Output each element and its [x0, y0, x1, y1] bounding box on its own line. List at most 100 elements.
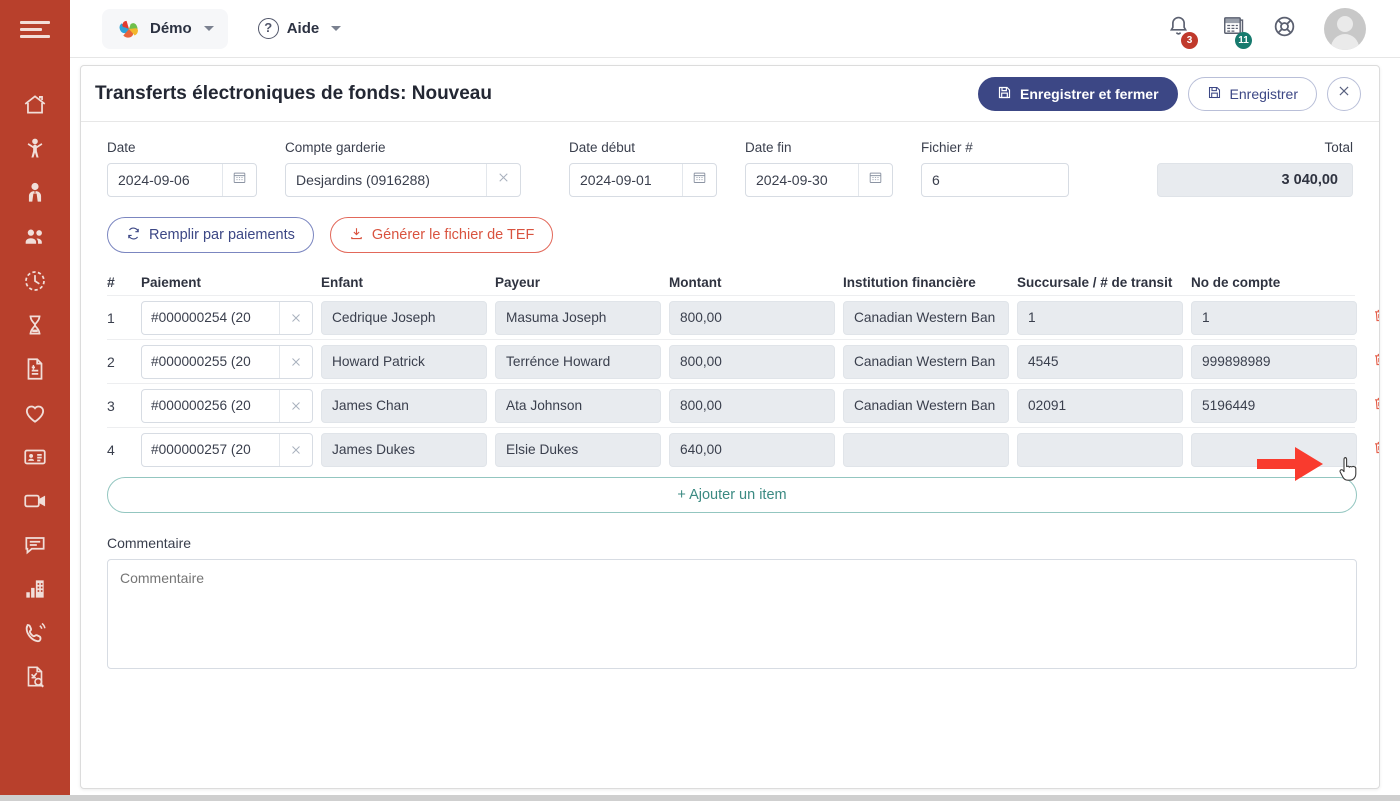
column-header-payment: Paiement [141, 274, 202, 290]
page-title: Transferts électroniques de fonds: Nouve… [95, 82, 492, 104]
table-row: 1 #000000254 (20 Cedrique Joseph Masuma … [107, 295, 1379, 339]
close-x-icon [1337, 84, 1351, 103]
institution-value: Canadian Western Ban [843, 344, 1009, 379]
file-number-label: Fichier # [921, 140, 973, 155]
menu-toggle-button[interactable] [0, 0, 70, 58]
save-and-close-label: Enregistrer et fermer [1020, 85, 1159, 102]
fill-by-payments-button[interactable]: Remplir par paiements [107, 217, 314, 253]
download-icon [349, 226, 364, 245]
delete-row-button[interactable] [1372, 439, 1379, 461]
institution-value: Canadian Western Ban [843, 300, 1009, 335]
refresh-icon [126, 226, 141, 245]
sidebar-item-billing[interactable] [0, 347, 70, 391]
sidebar-item-groups[interactable] [0, 215, 70, 259]
close-x-icon [497, 171, 510, 189]
clock-icon [22, 268, 48, 294]
card-header: Transferts électroniques de fonds: Nouve… [81, 66, 1379, 122]
field-file-number: Fichier # [921, 140, 1069, 197]
file-number-input[interactable] [922, 164, 1068, 196]
help-menu-button[interactable]: ? Aide [250, 9, 350, 49]
sidebar-item-messages[interactable] [0, 523, 70, 567]
payment-clear-button[interactable] [279, 389, 312, 422]
branch-value [1017, 432, 1183, 467]
payment-clear-button[interactable] [279, 345, 312, 378]
sidebar-item-audit[interactable] [0, 655, 70, 699]
sidebar-item-waiting-list[interactable] [0, 303, 70, 347]
notification-count-badge: 3 [1181, 31, 1198, 49]
payer-value: Masuma Joseph [495, 300, 661, 335]
account-clear-button[interactable] [486, 164, 520, 196]
comment-textarea[interactable] [107, 559, 1357, 669]
sidebar-item-contacts[interactable] [0, 435, 70, 479]
support-button[interactable] [1272, 14, 1297, 44]
table-row: 3 #000000256 (20 James Chan Ata Johnson … [107, 383, 1379, 427]
date-end-label: Date fin [745, 140, 792, 155]
date-end-input[interactable] [746, 164, 858, 196]
field-total: Total 3 040,00 [1157, 140, 1353, 197]
generate-eft-file-label: Générer le fichier de TEF [371, 227, 535, 243]
payment-select[interactable]: #000000256 (20 [141, 388, 313, 423]
account-value: 999898989 [1191, 344, 1357, 379]
table-row: 2 #000000255 (20 Howard Patrick Terrénce… [107, 339, 1379, 383]
sidebar-item-calls[interactable] [0, 611, 70, 655]
add-item-button[interactable]: + Ajouter un item [107, 477, 1357, 513]
date-start-input[interactable] [570, 164, 682, 196]
employee-icon [22, 180, 48, 206]
payment-select[interactable]: #000000257 (20 [141, 432, 313, 467]
sidebar-item-employee[interactable] [0, 171, 70, 215]
column-header-index: # [107, 274, 115, 290]
date-calendar-button[interactable] [222, 164, 256, 196]
amount-value: 800,00 [669, 300, 835, 335]
sidebar-items [0, 83, 70, 699]
payment-select[interactable]: #000000254 (20 [141, 300, 313, 335]
app-switcher-button[interactable]: Démo [102, 8, 228, 49]
eft-items-table: # Paiement Enfant Payeur Montant Institu… [107, 269, 1379, 471]
delete-row-button[interactable] [1372, 351, 1379, 373]
date-input[interactable] [108, 164, 222, 196]
date-start-label: Date début [569, 140, 636, 155]
payment-clear-button[interactable] [279, 433, 312, 466]
payment-select[interactable]: #000000255 (20 [141, 344, 313, 379]
hands-logo-icon [116, 16, 142, 42]
column-header-institution: Institution financière [843, 274, 976, 290]
sidebar-item-reports[interactable] [0, 567, 70, 611]
sidebar-item-child[interactable] [0, 127, 70, 171]
video-camera-icon [22, 488, 48, 514]
payment-clear-button[interactable] [279, 301, 312, 334]
bar-chart-building-icon [22, 576, 48, 602]
date-start-calendar-button[interactable] [682, 164, 716, 196]
child-value: Cedrique Joseph [321, 300, 487, 335]
child-icon [22, 136, 48, 162]
sidebar-item-video[interactable] [0, 479, 70, 523]
calendar-icon [232, 170, 247, 190]
help-label: Aide [286, 20, 320, 37]
child-value: James Dukes [321, 432, 487, 467]
save-button[interactable]: Enregistrer [1187, 76, 1317, 111]
user-avatar[interactable] [1324, 7, 1366, 50]
field-date-start: Date début [569, 140, 717, 197]
child-value: Howard Patrick [321, 344, 487, 379]
delete-row-button[interactable] [1372, 395, 1379, 417]
desktop-taskbar-edge [0, 795, 1400, 801]
sidebar-item-attendance[interactable] [0, 259, 70, 303]
top-bar-actions: 3 11 [1166, 7, 1366, 50]
tasks-button[interactable]: 11 [1218, 14, 1252, 49]
calendar-icon [868, 170, 883, 190]
fill-by-payments-label: Remplir par paiements [149, 227, 295, 243]
amount-value: 640,00 [669, 432, 835, 467]
left-navigation-sidebar [0, 0, 70, 795]
generate-eft-file-button[interactable]: Générer le fichier de TEF [329, 217, 554, 253]
notifications-button[interactable]: 3 [1166, 14, 1198, 49]
sidebar-item-health[interactable] [0, 391, 70, 435]
close-button[interactable] [1327, 76, 1361, 111]
date-end-calendar-button[interactable] [858, 164, 892, 196]
tasks-count-badge: 11 [1235, 31, 1252, 49]
account-input[interactable] [286, 164, 486, 196]
sidebar-item-home[interactable] [0, 83, 70, 127]
floppy-disk-icon [997, 85, 1012, 103]
account-label: Compte garderie [285, 140, 386, 155]
column-header-payer: Payeur [495, 274, 541, 290]
save-and-close-button[interactable]: Enregistrer et fermer [978, 76, 1178, 111]
delete-row-button[interactable] [1372, 307, 1379, 329]
institution-value: Canadian Western Ban [843, 388, 1009, 423]
